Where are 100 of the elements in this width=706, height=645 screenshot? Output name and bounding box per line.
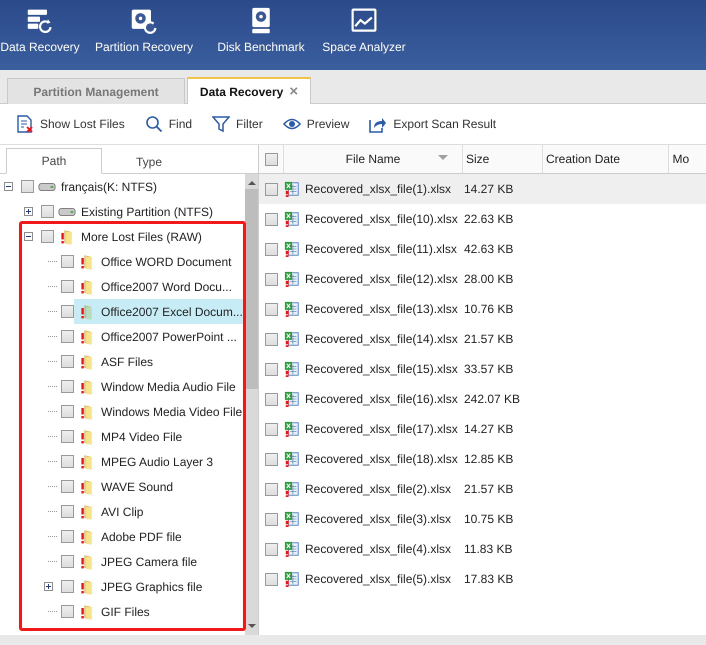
checkbox[interactable]	[264, 572, 278, 586]
table-row[interactable]: Recovered_xlsx_file(4).xlsx 11.83 KB	[259, 534, 706, 564]
toolbar-button[interactable]: Export Scan Result	[367, 113, 498, 135]
table-row[interactable]: Recovered_xlsx_file(18).xlsx 12.85 KB	[259, 444, 706, 474]
tab[interactable]: Type	[102, 150, 196, 174]
filter-icon	[212, 115, 230, 133]
toolbar-button[interactable]: Filter	[210, 113, 265, 135]
toolbar-button[interactable]: Show Lost Files	[14, 113, 127, 135]
checkbox[interactable]	[61, 530, 74, 543]
checkbox[interactable]	[61, 555, 74, 568]
checkbox[interactable]	[264, 272, 278, 286]
table-cell: Recovered_xlsx_file(3).xlsx	[305, 512, 452, 526]
table-row[interactable]: Recovered_xlsx_file(13).xlsx 10.76 KB	[259, 294, 706, 324]
tree-item[interactable]: More Lost Files (RAW)	[54, 224, 205, 249]
close-icon[interactable]: ×	[289, 83, 298, 100]
spreadsheet-file-icon	[283, 331, 301, 347]
collapse-icon[interactable]	[4, 182, 13, 191]
checkbox[interactable]	[61, 455, 74, 468]
ribbon-button[interactable]: Disk Benchmark	[208, 0, 314, 70]
tree-item[interactable]: JPEG Camera file	[74, 549, 200, 574]
tree-item[interactable]: français(K: NTFS)	[34, 174, 160, 199]
checkbox[interactable]	[61, 580, 74, 593]
checkbox[interactable]	[61, 605, 74, 618]
tree-item[interactable]: GIF Files	[74, 599, 153, 624]
tree-item[interactable]: ASF Files	[74, 349, 156, 374]
ribbon-button[interactable]: Data Recovery	[0, 0, 80, 70]
tree-item[interactable]: Office2007 PowerPoint ...	[74, 324, 240, 349]
checkbox[interactable]	[264, 422, 278, 436]
table-cell: 28.00 KB	[464, 272, 514, 286]
table-cell: 21.57 KB	[464, 332, 514, 346]
tree-item[interactable]: Window Media Audio File	[74, 374, 239, 399]
checkbox[interactable]	[264, 452, 278, 466]
checkbox[interactable]	[264, 392, 278, 406]
checkbox[interactable]	[61, 305, 74, 318]
ribbon-button[interactable]: Partition Recovery	[80, 0, 208, 70]
checkbox[interactable]	[41, 205, 54, 218]
table-row[interactable]: Recovered_xlsx_file(5).xlsx 17.83 KB	[259, 564, 706, 594]
table-row[interactable]: Recovered_xlsx_file(3).xlsx 10.75 KB	[259, 504, 706, 534]
checkbox[interactable]	[61, 480, 74, 493]
table-cell: Recovered_xlsx_file(15).xlsx	[305, 362, 458, 376]
checkbox[interactable]	[264, 482, 278, 496]
checkbox[interactable]	[61, 505, 74, 518]
checkbox[interactable]	[264, 542, 278, 556]
checkbox[interactable]	[61, 280, 74, 293]
checkbox[interactable]	[264, 332, 278, 346]
table-row[interactable]: Recovered_xlsx_file(12).xlsx 28.00 KB	[259, 264, 706, 294]
select-all-checkbox[interactable]	[264, 152, 278, 166]
checkbox[interactable]	[61, 330, 74, 343]
tree-item[interactable]: MP4 Video File	[74, 424, 186, 449]
column-header[interactable]: Creation Date	[543, 145, 670, 173]
checkbox[interactable]	[264, 302, 278, 316]
table-row[interactable]: Recovered_xlsx_file(11).xlsx 42.63 KB	[259, 234, 706, 264]
table-row[interactable]: Recovered_xlsx_file(10).xlsx 22.63 KB	[259, 204, 706, 234]
spreadsheet-file-icon	[283, 241, 301, 257]
table-row[interactable]: Recovered_xlsx_file(16).xlsx 242.07 KB	[259, 384, 706, 414]
checkbox[interactable]	[264, 362, 278, 376]
scrollbar[interactable]	[245, 174, 258, 635]
expand-icon[interactable]	[44, 582, 53, 591]
checkbox[interactable]	[264, 182, 278, 196]
table-row[interactable]: Recovered_xlsx_file(1).xlsx 14.27 KB	[259, 174, 706, 204]
column-header[interactable]: Size	[463, 145, 543, 173]
scroll-down-icon[interactable]	[248, 624, 256, 629]
table-row[interactable]: Recovered_xlsx_file(14).xlsx 21.57 KB	[259, 324, 706, 354]
tree-item[interactable]: Office2007 Word Docu...	[74, 274, 235, 299]
table-row[interactable]: Recovered_xlsx_file(15).xlsx 33.57 KB	[259, 354, 706, 384]
tree-item[interactable]: JPEG Graphics file	[74, 574, 206, 599]
scroll-up-icon[interactable]	[248, 180, 256, 185]
table-row[interactable]: Recovered_xlsx_file(2).xlsx 21.57 KB	[259, 474, 706, 504]
checkbox[interactable]	[264, 512, 278, 526]
toolbar-button[interactable]: Preview	[280, 113, 352, 135]
checkbox[interactable]	[264, 242, 278, 256]
table-cell: Recovered_xlsx_file(18).xlsx	[305, 452, 458, 466]
collapse-icon[interactable]	[24, 232, 33, 241]
checkbox[interactable]	[61, 380, 74, 393]
tree-item[interactable]: WAVE Sound	[74, 474, 176, 499]
tree-item[interactable]: Existing Partition (NTFS)	[54, 199, 216, 224]
tree-item[interactable]: Office WORD Document	[74, 249, 234, 274]
tab[interactable]: Path	[6, 148, 102, 174]
checkbox[interactable]	[61, 430, 74, 443]
spreadsheet-file-icon	[283, 181, 301, 197]
expand-icon[interactable]	[24, 207, 33, 216]
tree-item[interactable]: Windows Media Video File	[74, 399, 245, 424]
tree-item[interactable]: Adobe PDF file	[74, 524, 185, 549]
ribbon-button[interactable]: Space Analyzer	[314, 0, 414, 70]
column-header[interactable]: Mo	[669, 145, 706, 173]
column-header[interactable]: File Name	[284, 145, 463, 173]
table-row[interactable]: Recovered_xlsx_file(17).xlsx 14.27 KB	[259, 414, 706, 444]
checkbox[interactable]	[61, 405, 74, 418]
tree-item[interactable]: AVI Clip	[74, 499, 146, 524]
tree-item[interactable]: MPEG Audio Layer 3	[74, 449, 216, 474]
tree-item[interactable]: Office2007 Excel Docum...	[74, 299, 245, 324]
checkbox[interactable]	[61, 255, 74, 268]
checkbox[interactable]	[264, 212, 278, 226]
tab[interactable]: Data Recovery ×	[187, 77, 311, 104]
checkbox[interactable]	[41, 230, 54, 243]
checkbox[interactable]	[21, 180, 34, 193]
toolbar-button[interactable]: Find	[142, 113, 194, 135]
table-cell: 11.83 KB	[464, 542, 512, 556]
checkbox[interactable]	[61, 355, 74, 368]
table-cell: Recovered_xlsx_file(10).xlsx	[305, 212, 458, 226]
